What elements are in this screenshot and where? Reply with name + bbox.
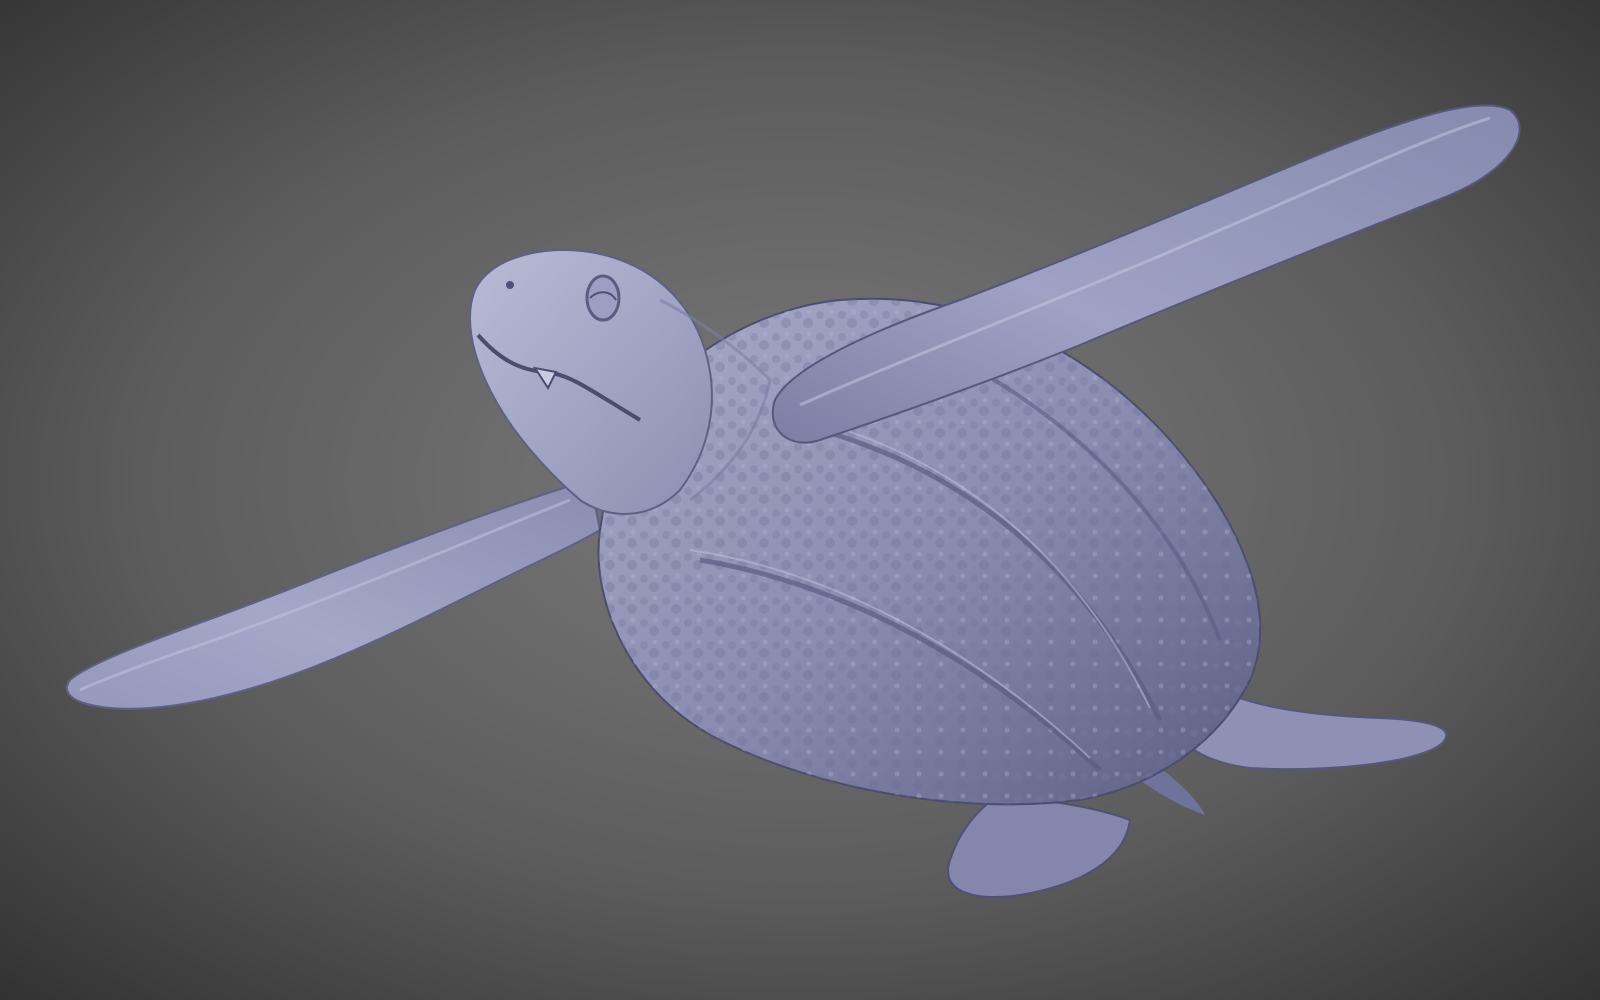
turtle-render (0, 0, 1600, 1000)
render-viewport (0, 0, 1600, 1000)
nostril (506, 281, 514, 289)
